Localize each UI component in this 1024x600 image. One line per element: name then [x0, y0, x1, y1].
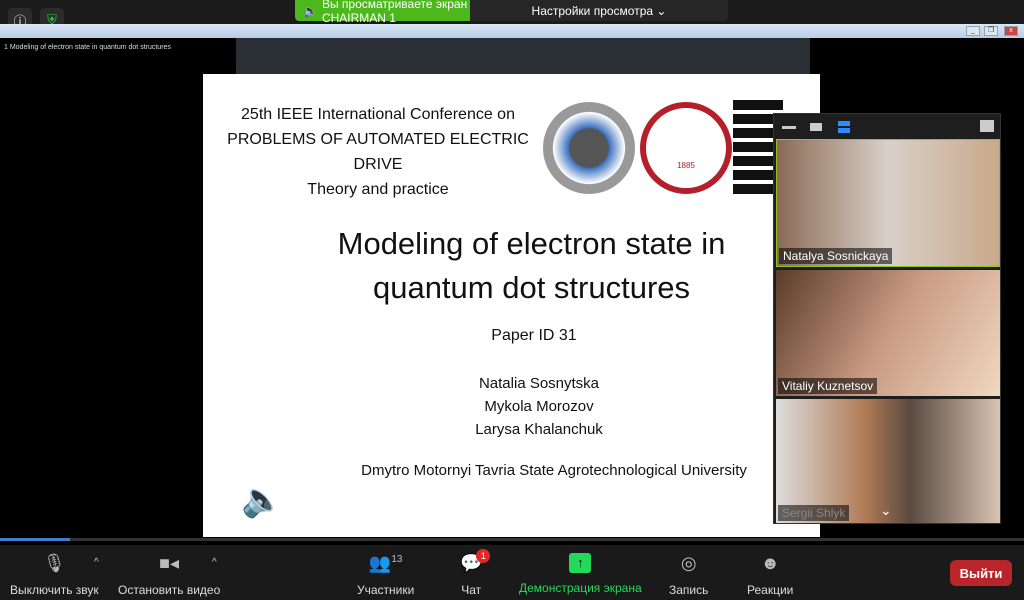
video-options-caret[interactable]: ^: [212, 557, 217, 568]
chat-button[interactable]: 💬 1 Чат: [460, 549, 491, 597]
scroll-bar[interactable]: [0, 538, 1024, 541]
participants-icon: 👥13: [368, 553, 403, 573]
authors: Natalia Sosnytska Mykola Morozov Larysa …: [203, 372, 820, 441]
share-arrow-icon: ↑: [569, 553, 592, 573]
participant-name: Sergii Shlyk: [778, 505, 850, 521]
chat-badge: 1: [476, 549, 491, 563]
logo-year: 1885: [677, 161, 695, 170]
chat-label: Чат: [461, 583, 482, 597]
slide-title: Modeling of electron state in quantum do…: [203, 222, 820, 310]
paper-id: Paper ID 31: [491, 327, 577, 344]
video-tile[interactable]: Sergii Shlyk ⌄: [776, 399, 1000, 523]
restore-button[interactable]: ❐: [984, 26, 998, 36]
minimize-panel-icon[interactable]: [782, 126, 796, 129]
viewing-banner: 🔈 Вы просматриваете экран CHAIRMAN 1: [295, 0, 470, 25]
author: Larysa Khalanchuk: [475, 421, 603, 438]
conference-logo: [543, 102, 635, 194]
participant-name: Vitaliy Kuznetsov: [778, 378, 878, 394]
video-camera-icon: ■◂: [159, 553, 180, 573]
leave-button[interactable]: Выйти: [950, 560, 1012, 586]
close-button[interactable]: x: [1004, 26, 1018, 36]
title-line: Modeling of electron state in: [337, 226, 726, 261]
banner-text: Вы просматриваете экран CHAIRMAN 1: [321, 0, 468, 25]
minimize-button[interactable]: _: [966, 26, 980, 36]
exit-panel-icon[interactable]: [980, 120, 994, 132]
conference-line: Theory and practice: [307, 181, 449, 198]
participants-label: Участники: [357, 583, 415, 597]
single-view-icon[interactable]: [810, 123, 822, 131]
presentation-slide: 25th IEEE International Conference on PR…: [203, 74, 820, 537]
participants-count: 13: [391, 554, 403, 565]
audio-options-caret[interactable]: ^: [94, 557, 99, 568]
slide-background: [236, 38, 810, 74]
author: Natalia Sosnytska: [478, 375, 600, 392]
settings-label: Настройки просмотра: [531, 3, 654, 18]
meeting-toolbar: 🎙 Выключить звук ^ ■◂ Остановить видео ^ 👥…: [0, 545, 1024, 600]
microphone-icon: 🎙: [42, 553, 66, 573]
conference-line: 25th IEEE International Conference on: [241, 106, 515, 123]
video-tile[interactable]: Natalya Sosnickaya: [776, 139, 1000, 267]
window-titlebar: [0, 24, 1024, 38]
window-caption: 1 Modeling of electron state in quantum …: [4, 44, 171, 51]
author: Mykola Morozov: [484, 398, 594, 415]
reactions-button[interactable]: ☻ Реакции: [747, 553, 793, 597]
chevron-down-icon[interactable]: ⌄: [880, 502, 892, 519]
view-settings-button[interactable]: Настройки просмотра ⌄: [470, 0, 728, 21]
chevron-down-icon: ⌄: [656, 3, 667, 18]
participants-button[interactable]: 👥13 Участники: [357, 553, 414, 597]
conference-line: DRIVE: [353, 156, 403, 173]
record-label: Запись: [669, 583, 709, 597]
mute-button[interactable]: 🎙 Выключить звук: [10, 553, 99, 597]
speaker-icon: 🔈: [303, 3, 318, 18]
video-button[interactable]: ■◂ Остановить видео: [118, 553, 220, 597]
smiley-plus-icon: ☻: [760, 553, 780, 573]
audio-speaker-icon[interactable]: 🔈: [241, 480, 283, 520]
video-tile[interactable]: Vitaliy Kuznetsov: [776, 270, 1000, 396]
record-icon: ◎: [680, 553, 697, 573]
title-line: quantum dot structures: [372, 270, 691, 305]
conference-title: 25th IEEE International Conference on PR…: [213, 102, 543, 202]
chat-icon: 💬 1: [460, 549, 491, 575]
stack-view-icon[interactable]: [838, 121, 850, 133]
share-screen-button[interactable]: ↑ Демонстрация экрана: [519, 553, 642, 595]
record-button[interactable]: ◎ Запись: [669, 553, 708, 597]
participant-name: Natalya Sosnickaya: [779, 248, 893, 264]
reactions-label: Реакции: [747, 583, 794, 597]
university-logo: 1885: [640, 102, 732, 194]
university: Dmytro Motornyi Tavria State Agrotechnol…: [361, 462, 747, 479]
video-panel: Natalya Sosnickaya Vitaliy Kuznetsov Ser…: [773, 113, 1001, 524]
mute-label: Выключить звук: [10, 583, 99, 597]
conference-line: PROBLEMS OF AUTOMATED ELECTRIC: [227, 131, 529, 148]
video-label: Остановить видео: [118, 583, 221, 597]
share-label: Демонстрация экрана: [519, 581, 642, 595]
